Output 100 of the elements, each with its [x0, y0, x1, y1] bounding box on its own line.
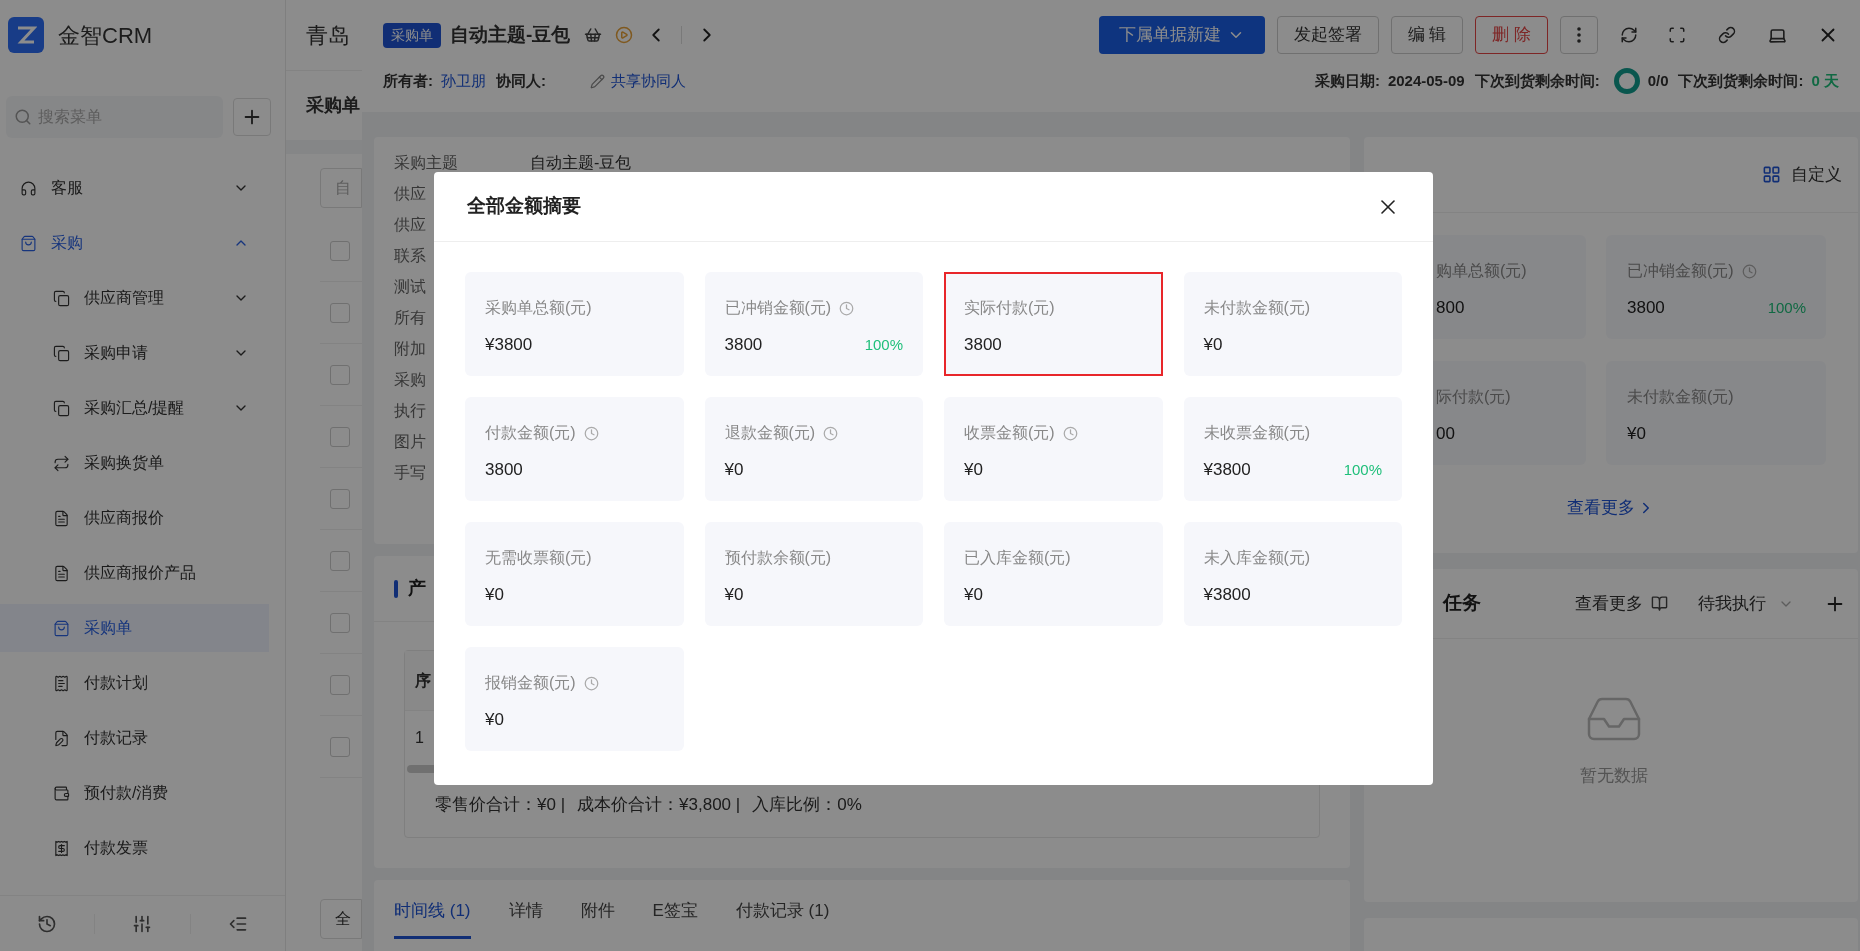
clock-icon — [583, 675, 599, 691]
row-checkbox[interactable] — [330, 240, 350, 261]
amount-label: 未付款金额(元) — [1627, 387, 1734, 407]
exchange-icon — [53, 454, 70, 472]
amount-value: ¥3800 — [1203, 459, 1251, 481]
sidebar-item[interactable]: 付款发票 — [0, 824, 269, 872]
amount-value: ¥0 — [724, 584, 744, 606]
field-value: 0/0 — [1647, 70, 1669, 91]
sidebar-item[interactable]: 供应商报价产品 — [0, 549, 269, 597]
search-icon — [14, 108, 32, 126]
amount-value: ¥0 — [1203, 334, 1223, 356]
owner-link[interactable]: 孙卫朋 — [441, 69, 486, 93]
add-button[interactable] — [233, 98, 271, 136]
clock-icon — [823, 425, 839, 441]
sidebar-item[interactable]: 采购 — [0, 219, 269, 267]
tab[interactable]: 时间线 (1) — [394, 898, 471, 939]
action-button[interactable]: 发起签署 — [1276, 16, 1379, 54]
row-checkbox[interactable] — [330, 674, 350, 695]
row-checkbox[interactable] — [330, 612, 350, 633]
amount-value: 00 — [1436, 423, 1455, 445]
amount-value: 3800 — [724, 334, 763, 356]
amount-value: 3800 — [1627, 297, 1665, 319]
sidebar-item[interactable]: 付款计划 — [0, 659, 269, 707]
amount-value: 800 — [1436, 297, 1465, 319]
tab[interactable]: 详情 — [508, 898, 543, 939]
grid-icon[interactable] — [1762, 165, 1781, 184]
sidebar-item[interactable]: 采购申请 — [0, 329, 269, 377]
amount-label: 采购单总额(元) — [485, 298, 592, 318]
sidebar-item[interactable]: 客服 — [0, 164, 269, 212]
clock-icon — [583, 425, 599, 441]
tab[interactable]: 附件 — [580, 898, 615, 939]
amount-label: 已入库金额(元) — [964, 548, 1071, 568]
bag-icon — [20, 234, 37, 252]
basket-icon[interactable] — [584, 26, 603, 44]
owner-label: 所有者: — [383, 70, 433, 91]
row-checkbox[interactable] — [330, 736, 350, 757]
amount-label: 际付款(元) — [1436, 387, 1511, 407]
receipt-icon — [53, 674, 70, 692]
column-header: 序 — [415, 670, 431, 691]
view-more-link[interactable]: 查看更多 — [1575, 590, 1643, 617]
field-label: 执行 — [394, 400, 426, 421]
table-cell-text: 1 — [415, 728, 424, 748]
field-label: 联系 — [394, 245, 426, 266]
fullscreen-icon[interactable] — [1668, 26, 1686, 44]
progress-ring-icon — [1613, 68, 1640, 94]
empty-text: 暂无数据 — [1580, 765, 1648, 787]
row-checkbox[interactable] — [330, 550, 350, 571]
section-title: 产 — [408, 577, 426, 600]
field-label: 手写 — [394, 462, 426, 483]
total-text: 零售价合计：¥0 | — [435, 794, 566, 817]
share-collaborator-link[interactable]: 共享协同人 — [611, 69, 686, 93]
pencil-icon — [590, 73, 605, 89]
history-icon[interactable] — [37, 913, 58, 934]
sidebar-item[interactable]: 采购单 — [0, 604, 269, 652]
create-sub-record-button[interactable]: 下属单据新建 — [1098, 16, 1265, 54]
headset-icon — [20, 179, 37, 197]
wallet-icon — [53, 784, 70, 802]
sidebar-item[interactable]: 预付款/消费 — [0, 769, 269, 817]
amount-value: ¥0 — [964, 584, 983, 606]
row-checkbox[interactable] — [330, 488, 350, 509]
amount-label: 已冲销金额(元) — [1627, 261, 1734, 281]
receipt-icon — [53, 839, 70, 857]
tab[interactable]: E签宝 — [652, 898, 698, 939]
sidebar-item[interactable]: 供应商报价 — [0, 494, 269, 542]
percent-value: 100% — [864, 334, 903, 355]
customize-link[interactable]: 自定义 — [1791, 161, 1842, 188]
row-checkbox[interactable] — [330, 364, 350, 385]
sidebar-item[interactable]: 付款记录 — [0, 714, 269, 762]
sidebar-item[interactable]: 采购换货单 — [0, 439, 269, 487]
sliders-icon[interactable] — [132, 913, 153, 934]
amount-value: ¥0 — [1627, 423, 1646, 445]
record-title: 自动主题-豆包 — [450, 22, 571, 47]
action-button[interactable]: 删 除 — [1475, 16, 1548, 54]
task-filter-dropdown[interactable]: 待我执行 — [1698, 590, 1794, 617]
tab[interactable]: 付款记录 (1) — [735, 898, 830, 939]
document-icon — [53, 564, 70, 582]
amount-value: ¥3800 — [485, 334, 533, 356]
company-name: 青岛 — [306, 21, 350, 50]
row-checkbox[interactable] — [330, 426, 350, 447]
sidebar-item[interactable]: 采购汇总/提醒 — [0, 384, 269, 432]
refresh-icon[interactable] — [1620, 26, 1638, 44]
total-text: 入库比例：0% — [752, 794, 862, 817]
page-title: 采购单 — [306, 94, 360, 117]
view-more-link[interactable]: 查看更多 — [1567, 495, 1655, 521]
row-checkbox[interactable] — [330, 302, 350, 323]
field-label: 采购 — [394, 369, 426, 390]
more-button[interactable] — [1560, 16, 1598, 54]
field-value: 0 天 — [1811, 70, 1839, 91]
action-button[interactable]: 编 辑 — [1390, 16, 1464, 54]
more-icon — [1577, 27, 1581, 43]
book-icon — [1651, 595, 1668, 612]
record-type-badge: 采购单 — [383, 22, 441, 48]
link-icon[interactable] — [1718, 26, 1736, 44]
sidebar-item[interactable]: 供应商管理 — [0, 274, 269, 322]
field-label: 所有 — [394, 307, 426, 328]
amount-label: 收票金额(元) — [964, 423, 1055, 443]
amount-value: 3800 — [964, 334, 1002, 356]
bag-icon — [53, 619, 70, 637]
field-value: 2024-05-09 — [1387, 70, 1465, 91]
field-label: 下次到货剩余时间: — [1678, 70, 1804, 91]
